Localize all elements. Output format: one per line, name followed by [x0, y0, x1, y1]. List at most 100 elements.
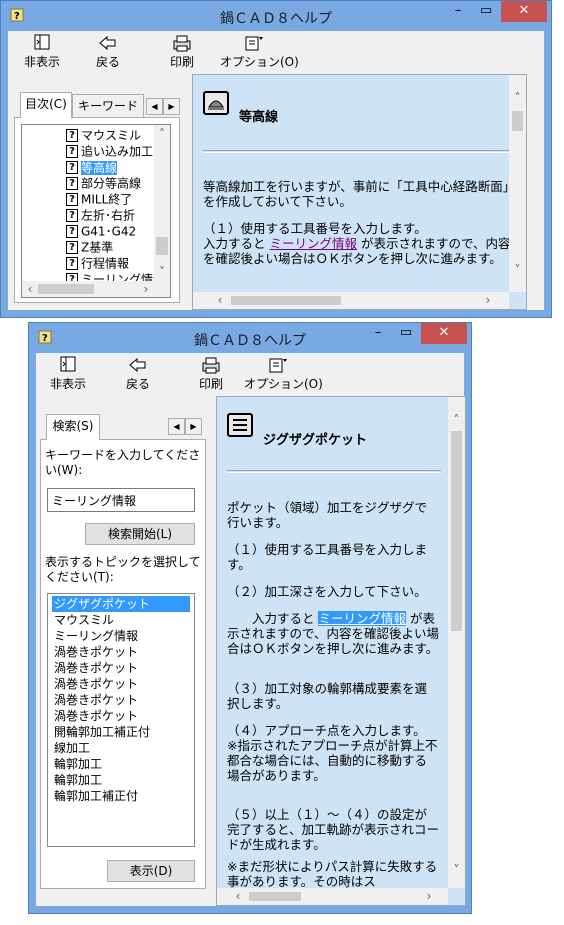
- paragraph-intro: ポケット（領域）加工をジグザグで行います。: [227, 500, 428, 530]
- content-vertical-scrollbar[interactable]: ˄ ˅: [448, 397, 465, 888]
- content-horizontal-scrollbar[interactable]: ‹ ›: [193, 292, 509, 309]
- title-bar[interactable]: ? 鍋ＣＡＤ８ヘルプ – ▭ ✕: [1, 1, 551, 31]
- options-button[interactable]: オプション(O): [244, 356, 323, 392]
- paragraph-step1: （１）使用する工具番号を入力します。: [227, 542, 428, 572]
- tab-scroll-right-icon[interactable]: ▶: [185, 418, 202, 435]
- scroll-up-icon[interactable]: ˄: [448, 413, 465, 427]
- display-button[interactable]: 表示(D): [107, 860, 195, 882]
- list-item[interactable]: 渦巻きポケット: [54, 660, 138, 676]
- tree-item[interactable]: ? Z基準: [66, 239, 113, 255]
- paragraph-note: ※まだ形状によりパス計算に失敗する事があります。その時はス: [227, 859, 438, 889]
- tab-contents[interactable]: 目次(C): [20, 92, 72, 118]
- paragraph-step1: （１）使用する工具番号を入力します。: [203, 221, 427, 236]
- list-item[interactable]: 輪郭加工補正付: [54, 788, 138, 804]
- back-arrow-icon: [99, 35, 116, 51]
- maximize-button[interactable]: ▭: [473, 1, 499, 22]
- help-window-contents: ? 鍋ＣＡＤ８ヘルプ – ▭ ✕ 非表示 戻る 印刷 オプション(O) 目次(C…: [0, 0, 552, 318]
- hide-button[interactable]: 非表示: [46, 356, 90, 392]
- scroll-up-icon[interactable]: ˄: [509, 91, 526, 105]
- content-vertical-scrollbar[interactable]: ˄ ˅: [509, 75, 526, 292]
- scroll-down-icon[interactable]: ˅: [509, 263, 526, 277]
- scroll-down-icon[interactable]: ˅: [448, 863, 465, 877]
- tree-item-label: マウスミル: [81, 128, 142, 143]
- options-button[interactable]: オプション(O): [220, 34, 299, 70]
- printer-icon: [202, 357, 220, 374]
- minimize-button[interactable]: –: [445, 1, 471, 22]
- scroll-left-icon[interactable]: ‹: [231, 889, 245, 903]
- minimize-button[interactable]: –: [365, 323, 391, 344]
- tree-item[interactable]: ? G41･G42: [66, 223, 136, 239]
- close-button[interactable]: ✕: [421, 323, 467, 344]
- tab-keyword[interactable]: キーワード: [72, 94, 144, 118]
- hide-button[interactable]: 非表示: [20, 34, 64, 70]
- tab-scroll-left-icon[interactable]: ◀: [168, 418, 185, 435]
- scroll-left-icon[interactable]: ‹: [213, 293, 227, 307]
- hide-pane-icon: [34, 34, 50, 50]
- tree-vertical-scrollbar[interactable]: ˄ ˅: [154, 125, 170, 281]
- toolbar: 非表示 戻る 印刷 オプション(O): [8, 31, 544, 74]
- list-item[interactable]: ミーリング情報: [54, 628, 138, 644]
- scroll-thumb[interactable]: [156, 237, 168, 255]
- content-horizontal-scrollbar[interactable]: ‹ ›: [217, 888, 448, 905]
- hide-pane-icon: [60, 356, 76, 372]
- keyword-label: キーワードを入力してください(W):: [45, 448, 201, 477]
- milling-info-link[interactable]: ミーリング情報: [269, 236, 357, 251]
- contents-tree[interactable]: ? マウスミル? 追い込み加工? 等高線? 部分等高線? MILL終了? 左折･右折? G41…: [21, 124, 171, 298]
- list-item[interactable]: 輪郭加工: [54, 756, 102, 772]
- search-start-button[interactable]: 検索開始(L): [85, 523, 195, 545]
- tree-item[interactable]: ? 追い込み加工: [66, 143, 153, 159]
- tree-item[interactable]: ? MILL終了: [66, 191, 132, 207]
- list-item[interactable]: 線加工: [54, 740, 90, 756]
- tree-item-label: 部分等高線: [81, 176, 142, 191]
- close-button[interactable]: ✕: [501, 1, 547, 22]
- list-item[interactable]: ジグザグポケット: [52, 596, 190, 612]
- scroll-up-icon[interactable]: ˄: [154, 127, 170, 141]
- back-button[interactable]: 戻る: [118, 356, 158, 392]
- tab-scroll-buttons[interactable]: ◀ ▶: [146, 98, 180, 115]
- contour-icon: [208, 100, 224, 110]
- tree-item[interactable]: ? 左折･右折: [66, 207, 135, 223]
- navigation-pane: 目次(C) キーワード ◀ ▶ ? マウスミル? 追い込み加工? 等高線? 部分等高線? M…: [8, 74, 186, 310]
- scroll-thumb[interactable]: [451, 431, 462, 631]
- title-bar[interactable]: ? 鍋ＣＡＤ８ヘルプ – ▭ ✕: [29, 323, 471, 353]
- scroll-left-icon[interactable]: ‹: [24, 282, 36, 296]
- tab-scroll-buttons[interactable]: ◀ ▶: [168, 418, 202, 435]
- tree-item-label: 左折･右折: [81, 208, 136, 223]
- paragraph-step1-detail: 入力すると ミーリング情報 が表示されますので、内容を確認後よい場合はＯＫボタン…: [203, 236, 511, 266]
- list-item[interactable]: 渦巻きポケット: [54, 708, 138, 724]
- back-button[interactable]: 戻る: [88, 34, 128, 70]
- tree-horizontal-scrollbar[interactable]: ‹ ›: [22, 281, 170, 297]
- print-button[interactable]: 印刷: [191, 356, 231, 392]
- print-button[interactable]: 印刷: [162, 34, 202, 70]
- tree-item[interactable]: ? 行程情報: [66, 255, 129, 271]
- scroll-thumb-horizontal[interactable]: [231, 296, 341, 305]
- scroll-right-icon[interactable]: ›: [481, 293, 495, 307]
- tree-item[interactable]: ? 等高線: [66, 159, 118, 175]
- list-item[interactable]: 渦巻きポケット: [54, 676, 138, 692]
- tree-item[interactable]: ? マウスミル: [66, 127, 141, 143]
- milling-info-link[interactable]: ミーリング情報: [318, 611, 406, 626]
- client-area: 検索(S) ◀ ▶ キーワードを入力してください(W): ミーリング情報 検索開始…: [36, 396, 466, 906]
- topic-results-list[interactable]: ジグザグポケット マウスミル ミーリング情報 渦巻きポケット 渦巻きポケット 渦巻きポケッ…: [47, 593, 195, 847]
- keyword-input[interactable]: ミーリング情報: [47, 488, 195, 512]
- scroll-thumb-horizontal[interactable]: [38, 284, 94, 294]
- options-icon: [245, 36, 263, 51]
- list-item[interactable]: マウスミル: [54, 612, 114, 628]
- list-item[interactable]: 開輪郭加工補正付: [54, 724, 150, 740]
- maximize-button[interactable]: ▭: [393, 323, 419, 344]
- scroll-down-icon[interactable]: ˅: [154, 265, 170, 279]
- tab-search[interactable]: 検索(S): [46, 414, 100, 440]
- tab-scroll-left-icon[interactable]: ◀: [146, 98, 163, 115]
- scroll-right-icon[interactable]: ›: [422, 889, 436, 903]
- scroll-right-icon[interactable]: ›: [140, 282, 152, 296]
- tree-item[interactable]: ? 部分等高線: [66, 175, 141, 191]
- paragraph-step4: （４）アプローチ点を入力します。 ※指示されたアプローチ点が計算上不都合な場合に…: [227, 723, 445, 783]
- scroll-thumb-horizontal[interactable]: [249, 892, 301, 901]
- tab-scroll-right-icon[interactable]: ▶: [163, 98, 180, 115]
- list-item[interactable]: 渦巻きポケット: [54, 644, 138, 660]
- list-item[interactable]: 渦巻きポケット: [54, 692, 138, 708]
- list-item[interactable]: 輪郭加工: [54, 772, 102, 788]
- pane-splitter[interactable]: [208, 396, 214, 906]
- scroll-thumb[interactable]: [512, 111, 523, 131]
- heading-divider: [203, 150, 516, 153]
